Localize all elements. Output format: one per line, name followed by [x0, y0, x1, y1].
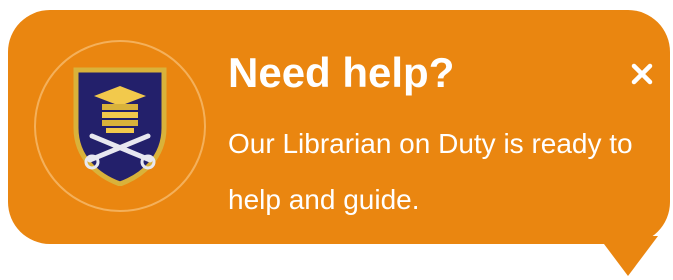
popup-message: Our Librarian on Duty is ready to help a… — [228, 128, 633, 215]
close-button[interactable] — [622, 54, 662, 94]
popup-title: Need help? — [228, 49, 455, 96]
university-crest-logo — [73, 67, 167, 186]
close-icon — [631, 63, 653, 85]
chat-help-popup: Need help? Our Librarian on Duty is read… — [0, 0, 673, 280]
avatar — [34, 40, 206, 212]
speech-bubble-tail — [598, 236, 658, 276]
